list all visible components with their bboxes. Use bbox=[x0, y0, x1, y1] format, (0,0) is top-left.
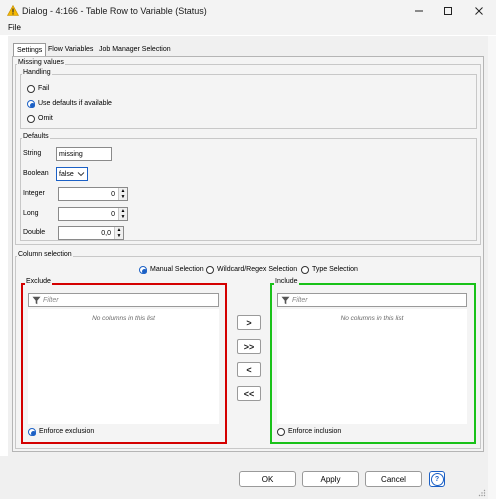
long-label: Long bbox=[23, 210, 39, 217]
exclude-filter-input[interactable]: Filter bbox=[28, 293, 219, 307]
integer-value: 0 bbox=[111, 190, 115, 198]
double-spinner[interactable]: 0,0 ▲ ▼ bbox=[58, 226, 124, 240]
minimize-button[interactable] bbox=[404, 0, 434, 22]
radio-use-defaults[interactable] bbox=[27, 100, 35, 108]
add-button[interactable]: > bbox=[237, 315, 261, 330]
include-empty-text: No columns in this list bbox=[340, 315, 404, 322]
double-chevron-left-icon: << bbox=[243, 388, 255, 399]
long-spin-buttons[interactable]: ▲ ▼ bbox=[118, 208, 127, 220]
spin-down-icon[interactable]: ▼ bbox=[119, 214, 127, 220]
remove-button[interactable]: < bbox=[237, 362, 261, 377]
radio-omit-label: Omit bbox=[38, 115, 53, 122]
boolean-label: Boolean bbox=[23, 170, 49, 177]
spin-down-icon[interactable]: ▼ bbox=[115, 233, 123, 239]
minimize-icon bbox=[415, 10, 423, 12]
include-filter-placeholder: Filter bbox=[292, 296, 308, 304]
radio-manual-selection[interactable] bbox=[139, 266, 147, 274]
radio-wildcard-selection[interactable] bbox=[206, 266, 214, 274]
add-all-button[interactable]: >> bbox=[237, 339, 261, 354]
handling-title: Handling bbox=[22, 69, 52, 76]
string-value: missing bbox=[59, 150, 83, 158]
include-title: Include bbox=[274, 278, 299, 285]
double-chevron-right-icon: >> bbox=[243, 341, 255, 352]
exclude-empty-text: No columns in this list bbox=[92, 315, 155, 322]
integer-spin-buttons[interactable]: ▲ ▼ bbox=[118, 188, 127, 200]
missing-values-title: Missing values bbox=[17, 59, 65, 66]
include-list[interactable] bbox=[277, 309, 467, 424]
chevron-right-icon: > bbox=[246, 317, 252, 328]
radio-manual-selection-label: Manual Selection bbox=[150, 266, 204, 273]
filter-icon bbox=[32, 296, 41, 304]
double-spin-buttons[interactable]: ▲ ▼ bbox=[114, 227, 123, 239]
cancel-button[interactable]: Cancel bbox=[365, 471, 422, 487]
help-button[interactable]: ? bbox=[429, 471, 445, 487]
enforce-exclusion-radio[interactable] bbox=[28, 428, 36, 436]
enforce-inclusion-label: Enforce inclusion bbox=[288, 428, 342, 435]
chevron-left-icon: < bbox=[246, 364, 252, 375]
maximize-icon bbox=[444, 7, 452, 15]
integer-spinner[interactable]: 0 ▲ ▼ bbox=[58, 187, 128, 201]
maximize-button[interactable] bbox=[433, 0, 463, 22]
enforce-exclusion-label: Enforce exclusion bbox=[39, 428, 95, 435]
tab-flow-variables[interactable]: Flow Variables bbox=[45, 43, 96, 56]
warning-icon bbox=[6, 4, 20, 16]
exclude-title: Exclude bbox=[25, 278, 52, 285]
radio-omit[interactable] bbox=[27, 115, 35, 123]
menu-bar bbox=[0, 22, 496, 35]
defaults-title: Defaults bbox=[22, 133, 50, 140]
menu-file[interactable]: File bbox=[8, 23, 21, 32]
apply-button[interactable]: Apply bbox=[302, 471, 359, 487]
help-icon: ? bbox=[430, 472, 444, 486]
close-icon bbox=[475, 7, 483, 15]
boolean-select[interactable]: false bbox=[56, 167, 88, 181]
long-spinner[interactable]: 0 ▲ ▼ bbox=[58, 207, 128, 221]
resize-grip-icon[interactable] bbox=[478, 489, 486, 497]
radio-type-selection[interactable] bbox=[301, 266, 309, 274]
exclude-list[interactable] bbox=[28, 309, 219, 424]
window-title: Dialog - 4:166 - Table Row to Variable (… bbox=[22, 6, 207, 16]
boolean-value: false bbox=[59, 170, 74, 178]
string-label: String bbox=[23, 150, 42, 157]
radio-fail-label: Fail bbox=[38, 85, 50, 92]
double-label: Double bbox=[23, 229, 46, 236]
filter-icon bbox=[281, 296, 290, 304]
ok-button[interactable]: OK bbox=[239, 471, 296, 487]
close-button[interactable] bbox=[464, 0, 494, 22]
integer-label: Integer bbox=[23, 190, 45, 197]
remove-all-button[interactable]: << bbox=[237, 386, 261, 401]
right-edge bbox=[488, 36, 496, 499]
chevron-down-icon bbox=[77, 172, 85, 177]
include-filter-input[interactable]: Filter bbox=[277, 293, 467, 307]
radio-use-defaults-label: Use defaults if available bbox=[38, 100, 112, 107]
double-value: 0,0 bbox=[101, 229, 111, 237]
enforce-inclusion-radio[interactable] bbox=[277, 428, 285, 436]
string-input[interactable]: missing bbox=[56, 147, 112, 161]
column-selection-title: Column selection bbox=[17, 251, 73, 258]
long-value: 0 bbox=[111, 210, 115, 218]
radio-fail[interactable] bbox=[27, 85, 35, 93]
radio-type-selection-label: Type Selection bbox=[312, 266, 358, 273]
tab-job-manager-selection[interactable]: Job Manager Selection bbox=[96, 43, 174, 56]
exclude-filter-placeholder: Filter bbox=[43, 296, 59, 304]
tab-settings[interactable]: Settings bbox=[13, 43, 47, 56]
spin-down-icon[interactable]: ▼ bbox=[119, 194, 127, 200]
radio-wildcard-selection-label: Wildcard/Regex Selection bbox=[217, 266, 298, 273]
